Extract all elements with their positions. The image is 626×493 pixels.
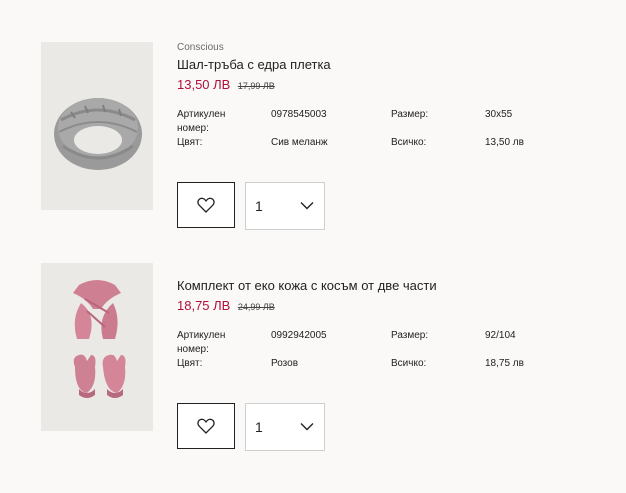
color-value: Розов — [271, 358, 299, 369]
article-number-label: Артикулен номер: — [177, 109, 226, 134]
product-image[interactable] — [41, 42, 153, 210]
price-row: 18,75 ЛВ 24,99 ЛВ — [177, 298, 597, 315]
size-label: Размер: — [391, 330, 429, 341]
size-value: 30x55 — [485, 109, 513, 120]
chevron-down-icon — [300, 423, 314, 431]
quantity-select[interactable]: 1 — [245, 182, 325, 230]
total-label: Всичко: — [391, 358, 427, 369]
quantity-value: 1 — [255, 198, 263, 214]
product-title[interactable]: Шал-тръба с едра плетка — [177, 57, 597, 73]
product-details: Комплект от еко кожа с косъм от две част… — [177, 263, 597, 379]
favorite-button[interactable] — [177, 182, 235, 228]
product-image[interactable] — [41, 263, 153, 431]
color-value: Сив меланж — [271, 137, 328, 148]
total-label: Всичко: — [391, 137, 427, 148]
heart-icon — [197, 418, 215, 434]
pink-fur-set-image — [41, 263, 153, 431]
heart-icon — [197, 197, 215, 213]
color-label: Цвят: — [177, 358, 203, 369]
product-details: Conscious Шал-тръба с едра плетка 13,50 … — [177, 42, 597, 158]
quantity-value: 1 — [255, 419, 263, 435]
size-label: Размер: — [391, 109, 429, 120]
product-title[interactable]: Комплект от еко кожа с косъм от две част… — [177, 278, 597, 294]
sale-price: 13,50 ЛВ — [177, 77, 231, 92]
article-number-label: Артикулен номер: — [177, 330, 226, 355]
total-value: 18,75 лв — [485, 358, 524, 369]
total-value: 13,50 лв — [485, 137, 524, 148]
color-label: Цвят: — [177, 137, 203, 148]
size-value: 92/104 — [485, 330, 516, 341]
quantity-select[interactable]: 1 — [245, 403, 325, 451]
product-attributes: Артикулен номер: 0992942005 Размер: 92/1… — [177, 329, 597, 379]
favorite-button[interactable] — [177, 403, 235, 449]
grey-snood-image — [41, 42, 153, 210]
article-number-value: 0978545003 — [271, 109, 327, 120]
article-number-value: 0992942005 — [271, 330, 327, 341]
conscious-label: Conscious — [177, 42, 224, 53]
product-attributes: Артикулен номер: 0978545003 Размер: 30x5… — [177, 108, 597, 158]
original-price: 24,99 ЛВ — [237, 302, 275, 312]
price-row: 13,50 ЛВ 17,99 ЛВ — [177, 77, 597, 94]
sale-price: 18,75 ЛВ — [177, 298, 231, 313]
chevron-down-icon — [300, 202, 314, 210]
original-price: 17,99 ЛВ — [237, 81, 275, 91]
